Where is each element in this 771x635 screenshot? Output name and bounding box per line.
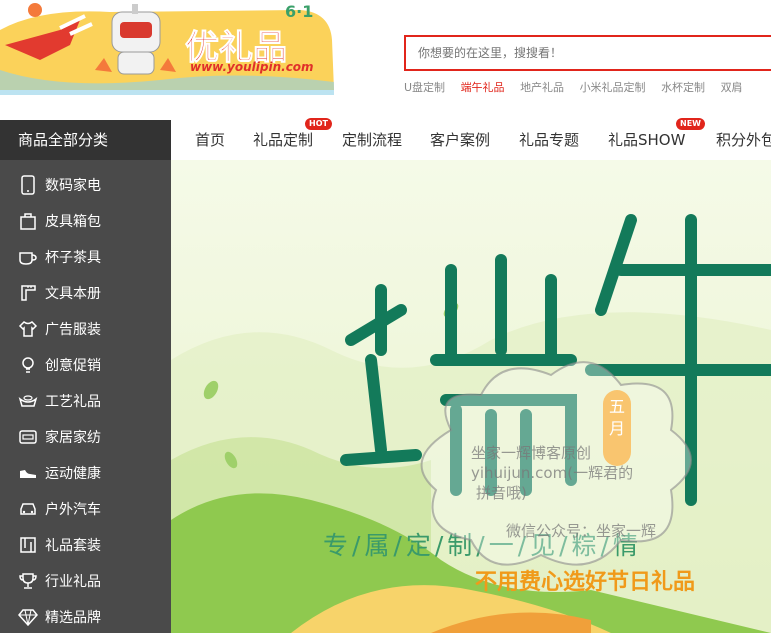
category-label: 广告服装 [45, 322, 101, 338]
shoe-icon [17, 462, 39, 484]
bulb-icon [17, 354, 39, 376]
cup-icon [17, 246, 39, 268]
category-label: 精选品牌 [45, 610, 101, 626]
nav-label: 礼品定制 [253, 131, 314, 149]
logo-badge: 6·1 [285, 2, 314, 21]
ruler-icon [17, 282, 39, 304]
home-appliance-icon [17, 426, 39, 448]
gift-set-icon [17, 534, 39, 556]
trophy-icon [17, 570, 39, 592]
watermark-cloud [420, 361, 692, 566]
watermark-line-2: yihuijun.com(一辉君的 [471, 464, 634, 482]
hot-word-xiaomi[interactable]: 小米礼品定制 [580, 81, 646, 94]
main-nav: 首页 礼品定制 HOT 定制流程 客户案例 礼品专题 礼品SHOW NEW 积分… [171, 118, 771, 160]
nav-label: 礼品SHOW [608, 131, 686, 149]
category-item-gift-set[interactable]: 礼品套装 [0, 527, 171, 563]
diamond-icon [17, 606, 39, 628]
category-label: 数码家电 [45, 178, 101, 194]
hot-word-real-estate[interactable]: 地产礼品 [520, 81, 564, 94]
watermark-line-1: 坐家一辉博客原创 [471, 444, 592, 462]
category-item-apparel[interactable]: 广告服装 [0, 311, 171, 347]
new-badge: NEW [676, 118, 705, 130]
category-label: 行业礼品 [45, 574, 101, 590]
nav-process[interactable]: 定制流程 [342, 120, 402, 160]
hot-words: U盘定制 端午礼品 地产礼品 小米礼品定制 水杯定制 双肩 [404, 79, 755, 95]
category-label: 礼品套装 [45, 538, 101, 554]
search-box [404, 35, 771, 71]
category-item-leather[interactable]: 皮具箱包 [0, 203, 171, 239]
shirt-icon [17, 318, 39, 340]
hot-word-backpack[interactable]: 双肩 [721, 81, 743, 94]
nav-home[interactable]: 首页 [195, 120, 225, 160]
search-input[interactable] [406, 37, 771, 69]
category-item-digital[interactable]: 数码家电 [0, 167, 171, 203]
bag-icon [17, 210, 39, 232]
category-item-cups[interactable]: 杯子茶具 [0, 239, 171, 275]
category-item-brands[interactable]: 精选品牌 [0, 599, 171, 635]
nav-gift-custom[interactable]: 礼品定制 HOT [253, 118, 332, 160]
car-icon [17, 498, 39, 520]
category-item-sports[interactable]: 运动健康 [0, 455, 171, 491]
category-label: 工艺礼品 [45, 394, 101, 410]
logo-url: www.youlipin.com [190, 60, 314, 74]
category-label: 杯子茶具 [45, 250, 101, 266]
nav-cases[interactable]: 客户案例 [430, 120, 490, 160]
category-item-industry[interactable]: 行业礼品 [0, 563, 171, 599]
hot-word-u-disk[interactable]: U盘定制 [404, 81, 445, 94]
category-label: 创意促销 [45, 358, 101, 374]
hot-badge: HOT [305, 118, 332, 130]
category-label: 皮具箱包 [45, 214, 101, 230]
category-label: 家居家纺 [45, 430, 101, 446]
category-item-outdoor[interactable]: 户外汽车 [0, 491, 171, 527]
nav-topics[interactable]: 礼品专题 [519, 120, 579, 160]
hot-word-cup[interactable]: 水杯定制 [661, 81, 705, 94]
category-label: 运动健康 [45, 466, 101, 482]
watermark-line-4: 微信公众号：坐家一辉 [506, 522, 657, 540]
nav-gift-show[interactable]: 礼品SHOW NEW [608, 118, 705, 160]
category-item-stationery[interactable]: 文具本册 [0, 275, 171, 311]
site-logo[interactable]: 优礼品 6·1 www.youlipin.com [0, 0, 335, 95]
category-item-home[interactable]: 家居家纺 [0, 419, 171, 455]
hot-word-dragon-boat[interactable]: 端午礼品 [461, 81, 505, 94]
watermark-line-3: 拼音哦) [476, 484, 527, 502]
category-label: 户外汽车 [45, 502, 101, 518]
nav-points[interactable]: 积分外包 [716, 120, 771, 160]
phone-icon [17, 174, 39, 196]
ingot-icon [17, 390, 39, 412]
category-label: 文具本册 [45, 286, 101, 302]
category-header[interactable]: 商品全部分类 [0, 120, 171, 160]
category-sidebar: 数码家电 皮具箱包 杯子茶具 文具本册 广告服装 创意促销 工艺礼品 家居家纺 … [0, 160, 171, 633]
category-item-creative[interactable]: 创意促销 [0, 347, 171, 383]
hero-banner[interactable]: 五月 专/属/定/制/一/见/粽/情 不用费心选好节日礼品 坐家一辉博客原创 y… [171, 160, 771, 633]
category-item-craft[interactable]: 工艺礼品 [0, 383, 171, 419]
